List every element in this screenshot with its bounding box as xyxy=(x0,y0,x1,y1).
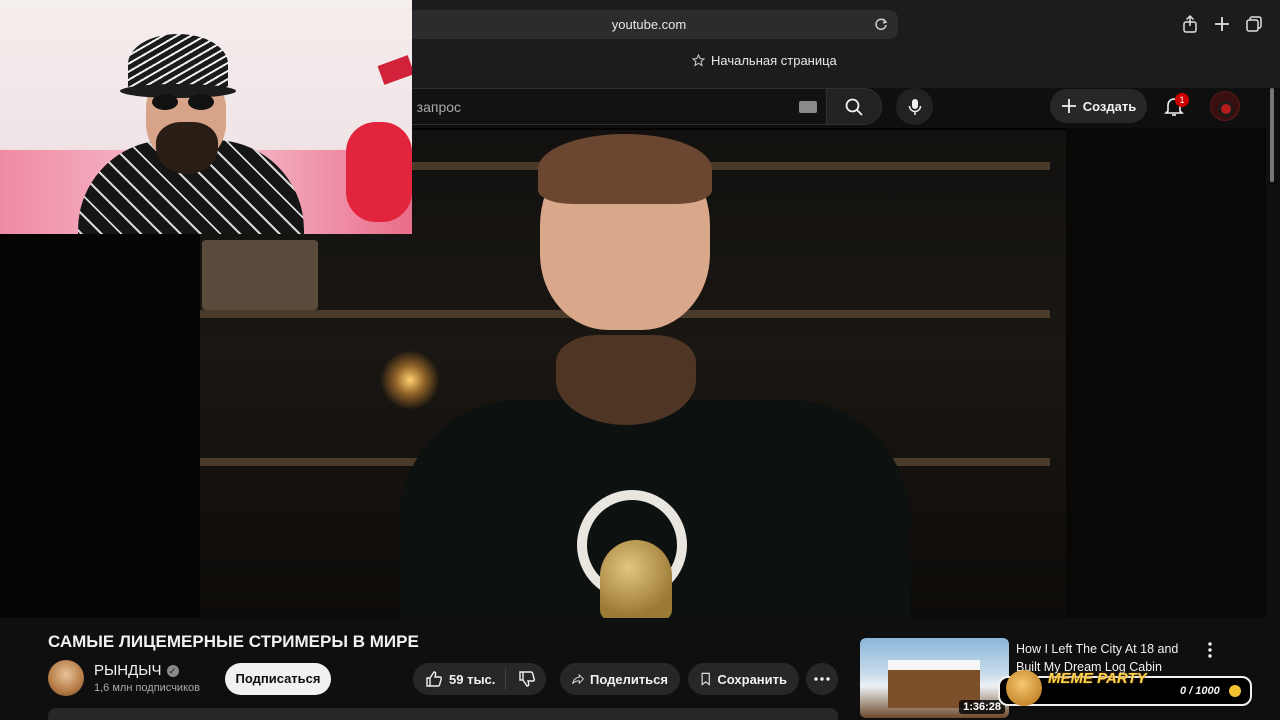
mic-icon xyxy=(908,98,921,115)
channel-name-row[interactable]: РЫНДЫЧ ✓ xyxy=(94,662,179,679)
coin-icon xyxy=(1229,685,1241,697)
channel-avatar[interactable] xyxy=(48,660,84,696)
microphone xyxy=(600,540,672,618)
address-bar[interactable]: youtube.com xyxy=(400,10,898,39)
bookmarks-bar: Начальная страница xyxy=(400,48,1280,76)
search-input[interactable]: е запрос xyxy=(400,88,827,125)
save-label: Сохранить xyxy=(717,671,787,687)
more-horizontal-icon xyxy=(814,677,830,681)
search-button[interactable] xyxy=(826,88,882,125)
url-text: youtube.com xyxy=(611,17,687,32)
webcam-overlay xyxy=(0,0,412,234)
recommendation-thumbnail[interactable]: 1:36:28 xyxy=(860,638,1009,718)
star-icon xyxy=(692,54,705,67)
radio-prop xyxy=(202,240,318,310)
save-button[interactable]: Сохранить xyxy=(688,663,799,695)
channel-name: РЫНДЫЧ xyxy=(94,662,162,679)
shelf xyxy=(400,162,1050,170)
voice-search-button[interactable] xyxy=(896,88,933,125)
lamp-glow xyxy=(380,350,440,410)
reload-icon[interactable] xyxy=(873,16,889,32)
create-label: Создать xyxy=(1082,98,1137,114)
share-label: Поделиться xyxy=(589,671,668,687)
meme-goal-count: 0 / 1000 xyxy=(1180,685,1220,697)
video-side-shadow xyxy=(1066,128,1266,618)
search-icon xyxy=(845,98,863,116)
notification-badge: 1 xyxy=(1175,93,1189,107)
subscriber-count: 1,6 млн подписчиков xyxy=(94,682,200,694)
bookmark-label: Начальная страница xyxy=(711,53,837,68)
subscribe-button[interactable]: Подписаться xyxy=(225,663,331,695)
plus-icon xyxy=(1061,99,1076,113)
more-vertical-icon[interactable] xyxy=(1200,640,1220,660)
doge-icon xyxy=(1006,670,1042,706)
share-button[interactable]: Поделиться xyxy=(560,663,680,695)
search-placeholder: е запрос xyxy=(405,99,462,115)
screen: youtube.com Начальная страница е запрос … xyxy=(0,0,1280,720)
create-button[interactable]: Создать xyxy=(1050,89,1147,123)
tabs-icon[interactable] xyxy=(1244,14,1264,34)
meme-party-label: MEME PARTY xyxy=(1048,670,1147,687)
keyboard-icon[interactable] xyxy=(799,101,817,113)
webcam-toy xyxy=(346,122,412,222)
bookmark-home[interactable]: Начальная страница xyxy=(692,53,837,68)
description-box[interactable] xyxy=(48,708,838,720)
verified-icon: ✓ xyxy=(166,664,179,677)
share-icon[interactable] xyxy=(1180,14,1200,34)
page-scrollbar[interactable] xyxy=(1268,88,1276,720)
avatar-image xyxy=(1218,101,1234,117)
plus-icon[interactable] xyxy=(1212,14,1232,34)
streamer-sunglasses xyxy=(152,94,214,112)
thumbs-down-icon[interactable] xyxy=(518,670,536,688)
presenter-beard xyxy=(556,335,696,425)
video-duration: 1:36:28 xyxy=(959,700,1005,714)
like-count: 59 тыс. xyxy=(449,671,496,687)
streamer-beard xyxy=(156,122,218,174)
scrollbar-thumb[interactable] xyxy=(1270,88,1274,182)
bookmark-icon xyxy=(701,672,710,686)
presenter-hair xyxy=(538,134,712,204)
video-title: САМЫЕ ЛИЦЕМЕРНЫЕ СТРИМЕРЫ В МИРЕ xyxy=(48,632,419,651)
more-actions-button[interactable] xyxy=(806,663,838,695)
thumbs-up-icon xyxy=(426,671,442,687)
avatar[interactable] xyxy=(1210,91,1240,121)
like-divider xyxy=(505,668,506,690)
share-arrow-icon xyxy=(572,673,584,685)
webcam-toy xyxy=(377,55,412,85)
